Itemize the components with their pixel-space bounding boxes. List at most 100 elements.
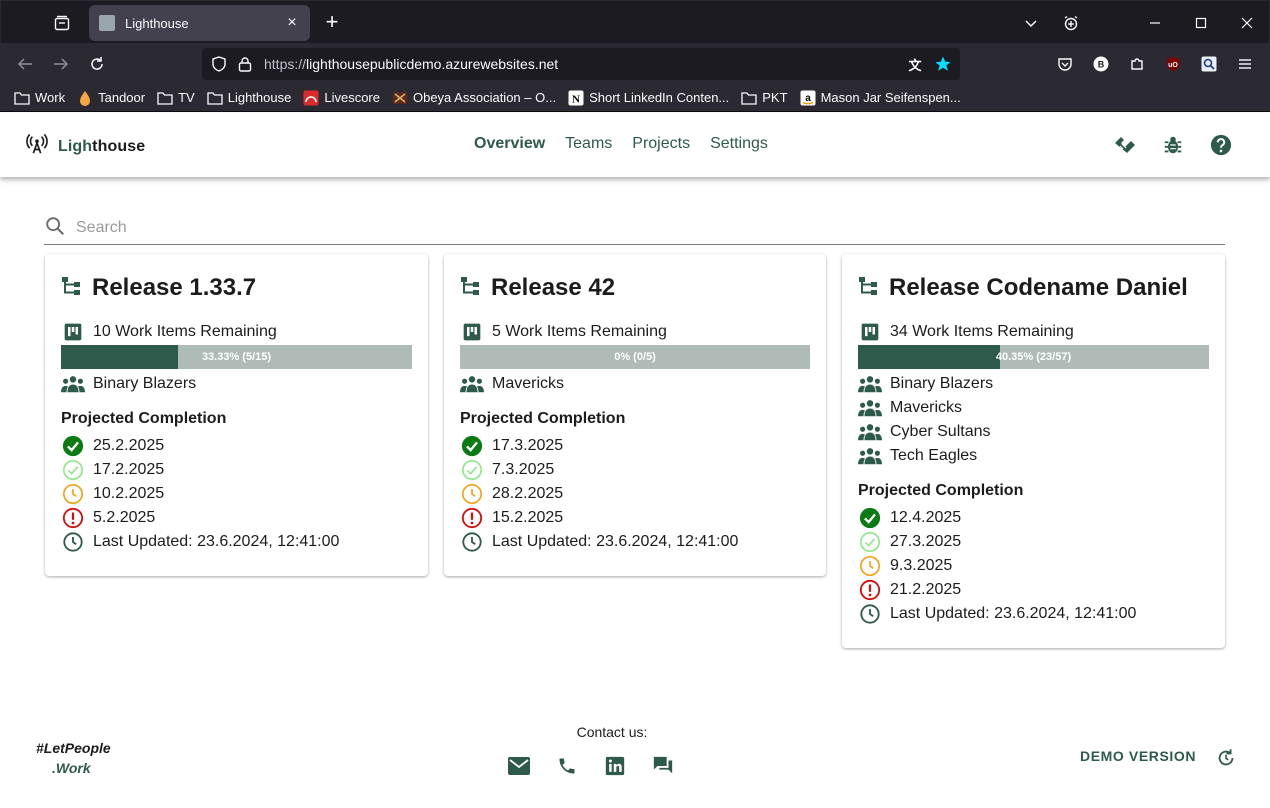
bookmark-item[interactable]: Livescore	[303, 90, 380, 106]
project-tree-icon	[460, 276, 482, 301]
project-card[interactable]: Release Codename Daniel 34 Work Items Re…	[842, 254, 1225, 648]
handshake-icon[interactable]	[1113, 133, 1137, 157]
folder-icon	[157, 90, 173, 106]
progress-bar: 40.35% (23/57)	[858, 345, 1209, 369]
project-card[interactable]: Release 42 5 Work Items Remaining 0% (0/…	[444, 254, 826, 576]
alarm-clock-icon[interactable]	[1061, 13, 1081, 33]
bitwarden-icon[interactable]: B	[1090, 53, 1112, 75]
linkedin-icon[interactable]	[603, 754, 627, 778]
bookmarks-bar: Work Tandoor TV Lighthouse Livescore Obe…	[0, 84, 1270, 112]
forecast-date: 21.2.2025	[890, 581, 962, 598]
remaining-text: 5 Work Items Remaining	[492, 323, 667, 340]
project-title[interactable]: Release 42	[491, 274, 615, 302]
search-input[interactable]	[76, 219, 676, 237]
project-title[interactable]: Release 1.33.7	[92, 274, 256, 302]
logo-line-1: #LetPeople	[36, 740, 111, 756]
translate-icon[interactable]: 文	[905, 55, 925, 73]
forecast-item-certain: 17.3.2025	[460, 434, 563, 458]
demo-version-label: DEMO VERSION	[1080, 748, 1197, 764]
forecast-date: 17.3.2025	[492, 437, 564, 454]
extensions-puzzle-icon[interactable]	[1126, 53, 1148, 75]
search-extension-icon[interactable]	[1198, 53, 1220, 75]
chevron-down-icon[interactable]	[1021, 13, 1041, 33]
ublock-icon[interactable]: uO	[1162, 53, 1184, 75]
nav-teams[interactable]: Teams	[565, 135, 612, 153]
team-item[interactable]: Cyber Sultans	[858, 420, 991, 444]
forward-arrow-icon[interactable]	[50, 53, 72, 75]
help-icon[interactable]	[1209, 133, 1233, 157]
minimize-icon[interactable]	[1145, 13, 1165, 33]
broadcast-tower-icon	[26, 133, 48, 160]
team-item[interactable]: Mavericks	[858, 396, 962, 420]
forecast-date: 17.2.2025	[93, 461, 165, 478]
svg-text:uO: uO	[1168, 62, 1178, 69]
nav-settings[interactable]: Settings	[710, 135, 768, 153]
check-circle-filled-icon	[61, 434, 85, 458]
pocket-icon[interactable]	[1054, 53, 1076, 75]
brand-logo[interactable]: Lighthouse	[26, 133, 145, 160]
tab-favicon-icon	[99, 15, 115, 31]
bookmark-item[interactable]: PKT	[741, 90, 788, 106]
main-nav: Overview Teams Projects Settings	[474, 135, 788, 153]
logo-line-2: .Work	[52, 760, 91, 776]
reload-icon[interactable]	[86, 53, 108, 75]
nav-projects[interactable]: Projects	[632, 135, 690, 153]
nav-overview[interactable]: Overview	[474, 135, 545, 153]
projected-completion-heading: Projected Completion	[858, 482, 1024, 499]
maximize-icon[interactable]	[1191, 13, 1211, 33]
bookmark-item[interactable]: N Short LinkedIn Conten...	[568, 90, 729, 106]
forecast-item-risky: 10.2.2025	[61, 482, 164, 506]
team-item[interactable]: Tech Eagles	[858, 444, 977, 468]
browser-tab-active[interactable]: Lighthouse ×	[89, 5, 310, 41]
forecast-item-unlikely: 15.2.2025	[460, 506, 563, 530]
forecast-item-certain: 12.4.2025	[858, 506, 961, 530]
letpeople-work-logo[interactable]: #LetPeople .Work	[36, 738, 111, 778]
remaining-text: 10 Work Items Remaining	[93, 323, 277, 340]
team-item[interactable]: Binary Blazers	[858, 372, 993, 396]
bookmark-item[interactable]: Work	[14, 90, 65, 106]
bookmark-item[interactable]: a Mason Jar Seifenspen...	[800, 90, 961, 106]
email-icon[interactable]	[507, 754, 531, 778]
forecast-item-risky: 28.2.2025	[460, 482, 563, 506]
tab-close-icon[interactable]: ×	[284, 14, 300, 32]
progress-bar: 0% (0/5)	[460, 345, 810, 369]
contact-icons	[507, 754, 699, 778]
remaining-text: 34 Work Items Remaining	[890, 323, 1074, 340]
forecast-date: 5.2.2025	[93, 509, 156, 526]
team-group-icon	[460, 372, 484, 396]
project-card[interactable]: Release 1.33.7 10 Work Items Remaining 3…	[45, 254, 428, 576]
bookmark-star-icon[interactable]	[933, 55, 953, 73]
team-item[interactable]: Binary Blazers	[61, 372, 196, 396]
last-updated-text: Last Updated: 23.6.2024, 12:41:00	[93, 533, 340, 550]
tab-list-icon[interactable]	[51, 12, 73, 34]
team-group-icon	[61, 372, 85, 396]
new-tab-icon[interactable]: +	[321, 11, 343, 33]
check-circle-filled-icon	[460, 434, 484, 458]
team-item[interactable]: Mavericks	[460, 372, 564, 396]
bookmark-item[interactable]: Lighthouse	[207, 90, 291, 106]
project-title[interactable]: Release Codename Daniel	[889, 274, 1188, 302]
forecast-date: 10.2.2025	[93, 485, 165, 502]
hamburger-menu-icon[interactable]	[1234, 53, 1256, 75]
livescore-icon	[303, 90, 319, 106]
bookmark-item[interactable]: Tandoor	[77, 90, 145, 106]
phone-icon[interactable]	[555, 754, 579, 778]
clock-outline-icon	[858, 554, 882, 578]
progress-label: 40.35% (23/57)	[995, 351, 1072, 363]
project-card-title-row: Release Codename Daniel	[858, 274, 1188, 302]
bookmark-item[interactable]: TV	[157, 90, 195, 106]
team-group-icon	[858, 444, 882, 468]
chat-forum-icon[interactable]	[651, 754, 675, 778]
lock-icon[interactable]	[236, 55, 254, 73]
bug-icon[interactable]	[1161, 133, 1185, 157]
refresh-icon[interactable]	[1214, 746, 1238, 770]
back-arrow-icon[interactable]	[14, 53, 36, 75]
url-bar[interactable]: https://lighthousepublicdemo.azurewebsit…	[202, 48, 960, 80]
bookmark-item[interactable]: Obeya Association – O...	[392, 90, 556, 106]
shield-icon[interactable]	[210, 55, 228, 73]
team-name: Binary Blazers	[890, 375, 994, 392]
window-close-icon[interactable]	[1237, 13, 1257, 33]
app-header: Lighthouse Overview Teams Projects Setti…	[0, 113, 1270, 177]
work-items-remaining: 5 Work Items Remaining	[460, 320, 667, 344]
team-name: Binary Blazers	[93, 375, 197, 392]
